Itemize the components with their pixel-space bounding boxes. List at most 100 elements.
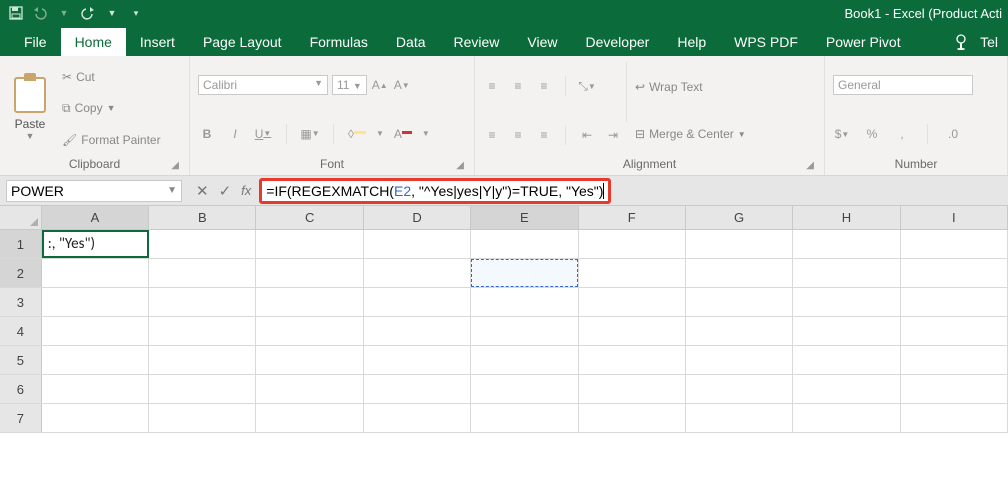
cell-a5[interactable] — [42, 346, 149, 374]
spreadsheet-grid[interactable]: A B C D E F G H I 1 :, "Yes") 2 — [0, 206, 1008, 433]
comma-format-icon[interactable]: , — [893, 125, 911, 143]
cell-d7[interactable] — [364, 404, 471, 432]
row-header-6[interactable]: 6 — [0, 375, 42, 403]
row-header-2[interactable]: 2 — [0, 259, 42, 287]
tab-formulas[interactable]: Formulas — [296, 28, 382, 56]
tab-file[interactable]: File — [10, 28, 61, 56]
tab-help[interactable]: Help — [663, 28, 720, 56]
tab-power-pivot[interactable]: Power Pivot — [812, 28, 915, 56]
orientation-icon[interactable]: ⤡ ▼ — [578, 77, 596, 95]
cell-h1[interactable] — [793, 230, 900, 258]
cell-i3[interactable] — [901, 288, 1008, 316]
cell-b3[interactable] — [149, 288, 256, 316]
align-middle-icon[interactable]: ≡ — [509, 77, 527, 95]
fx-icon[interactable]: fx — [241, 183, 251, 198]
cell-b5[interactable] — [149, 346, 256, 374]
cell-c1[interactable] — [256, 230, 363, 258]
bold-button[interactable]: B — [198, 125, 216, 143]
font-color-button[interactable]: A — [394, 125, 412, 143]
underline-button[interactable]: U ▼ — [254, 125, 272, 143]
col-header-b[interactable]: B — [149, 206, 256, 229]
cell-c2[interactable] — [256, 259, 363, 287]
increase-indent-icon[interactable]: ⇥ — [604, 126, 622, 144]
cell-g6[interactable] — [686, 375, 793, 403]
italic-button[interactable]: I — [226, 125, 244, 143]
col-header-g[interactable]: G — [686, 206, 793, 229]
cell-h7[interactable] — [793, 404, 900, 432]
tab-view[interactable]: View — [513, 28, 571, 56]
cell-g7[interactable] — [686, 404, 793, 432]
cell-d5[interactable] — [364, 346, 471, 374]
cell-c3[interactable] — [256, 288, 363, 316]
cell-i2[interactable] — [901, 259, 1008, 287]
cell-d4[interactable] — [364, 317, 471, 345]
cell-e2[interactable] — [471, 259, 578, 287]
tab-home[interactable]: Home — [61, 28, 126, 56]
cut-button[interactable]: ✂ Cut — [58, 68, 165, 86]
cell-f6[interactable] — [579, 375, 686, 403]
cell-b1[interactable] — [149, 230, 256, 258]
row-header-4[interactable]: 4 — [0, 317, 42, 345]
cell-d6[interactable] — [364, 375, 471, 403]
align-left-icon[interactable]: ≡ — [483, 126, 501, 144]
cell-f1[interactable] — [579, 230, 686, 258]
cell-b7[interactable] — [149, 404, 256, 432]
col-header-h[interactable]: H — [793, 206, 900, 229]
col-header-c[interactable]: C — [256, 206, 363, 229]
tab-wps-pdf[interactable]: WPS PDF — [720, 28, 812, 56]
cell-h4[interactable] — [793, 317, 900, 345]
fill-color-button[interactable]: ◊ — [348, 125, 366, 143]
alignment-launcher-icon[interactable]: ◢ — [806, 160, 814, 171]
cell-f2[interactable] — [579, 259, 686, 287]
wrap-text-button[interactable]: ↩ Wrap Text — [631, 78, 750, 96]
clipboard-launcher-icon[interactable]: ◢ — [171, 160, 179, 171]
cell-c6[interactable] — [256, 375, 363, 403]
cell-d1[interactable] — [364, 230, 471, 258]
cell-h6[interactable] — [793, 375, 900, 403]
align-center-icon[interactable]: ≡ — [509, 126, 527, 144]
name-box-dropdown-icon[interactable]: ▼ — [167, 185, 177, 196]
cell-e3[interactable] — [471, 288, 578, 316]
cancel-formula-icon[interactable]: ✕ — [196, 182, 209, 200]
tab-review[interactable]: Review — [440, 28, 514, 56]
percent-format-icon[interactable]: % — [863, 125, 881, 143]
cell-g3[interactable] — [686, 288, 793, 316]
cell-i1[interactable] — [901, 230, 1008, 258]
cell-a6[interactable] — [42, 375, 149, 403]
cell-c5[interactable] — [256, 346, 363, 374]
redo-icon[interactable] — [80, 5, 96, 21]
borders-button[interactable]: ▦ ▼ — [301, 125, 319, 143]
enter-formula-icon[interactable]: ✓ — [219, 182, 232, 200]
align-bottom-icon[interactable]: ≡ — [535, 77, 553, 95]
font-launcher-icon[interactable]: ◢ — [456, 160, 464, 171]
copy-button[interactable]: ⧉ Copy ▼ — [58, 99, 165, 118]
cell-f3[interactable] — [579, 288, 686, 316]
cell-a7[interactable] — [42, 404, 149, 432]
qat-customize-icon[interactable]: ▾ — [128, 5, 144, 21]
cell-b2[interactable] — [149, 259, 256, 287]
col-header-e[interactable]: E — [471, 206, 578, 229]
save-icon[interactable] — [8, 5, 24, 21]
align-top-icon[interactable]: ≡ — [483, 77, 501, 95]
cell-a1[interactable]: :, "Yes") — [42, 230, 149, 258]
paste-button[interactable]: Paste ▼ — [8, 62, 52, 155]
col-header-i[interactable]: I — [901, 206, 1008, 229]
cell-i4[interactable] — [901, 317, 1008, 345]
format-painter-button[interactable]: 🖌 Format Painter — [58, 131, 165, 149]
cell-f5[interactable] — [579, 346, 686, 374]
decrease-indent-icon[interactable]: ⇤ — [578, 126, 596, 144]
row-header-7[interactable]: 7 — [0, 404, 42, 432]
cell-i6[interactable] — [901, 375, 1008, 403]
cell-c7[interactable] — [256, 404, 363, 432]
formula-input[interactable]: =IF(REGEXMATCH(E2, "^Yes|yes|Y|y")=TRUE,… — [259, 178, 611, 204]
undo-dropdown-icon[interactable]: ▼ — [56, 5, 72, 21]
merge-center-button[interactable]: ⊟ Merge & Center ▼ — [631, 125, 750, 143]
cell-f7[interactable] — [579, 404, 686, 432]
align-right-icon[interactable]: ≡ — [535, 126, 553, 144]
increase-decimal-icon[interactable]: .0 — [944, 125, 962, 143]
tab-page-layout[interactable]: Page Layout — [189, 28, 296, 56]
cell-f4[interactable] — [579, 317, 686, 345]
tell-me-label[interactable]: Tel — [980, 34, 998, 50]
row-header-3[interactable]: 3 — [0, 288, 42, 316]
cell-g5[interactable] — [686, 346, 793, 374]
